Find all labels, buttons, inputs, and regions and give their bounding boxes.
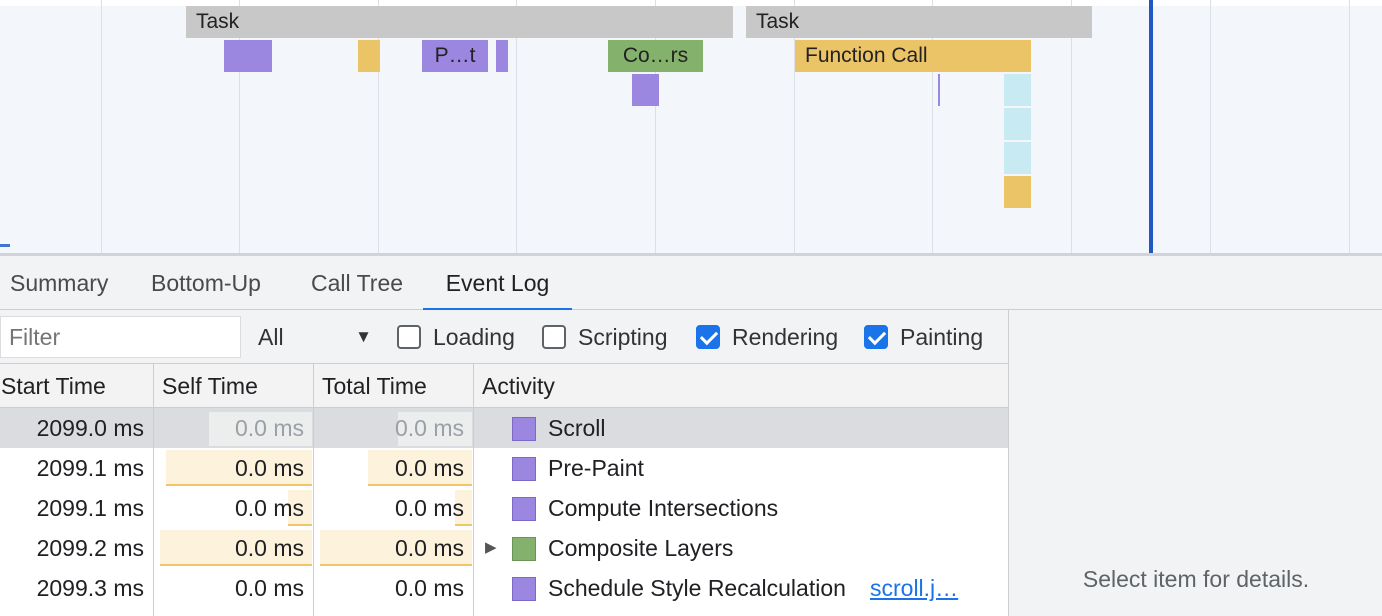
grid-line (1210, 0, 1211, 256)
flame-event-misc[interactable] (1004, 142, 1031, 174)
tab-summary[interactable]: Summary (0, 256, 118, 310)
start-time-cell: 2099.2 ms (36, 535, 144, 561)
table-row[interactable]: 2099.3 ms 0.0 ms 0.0 ms Schedule Style R… (0, 568, 1008, 608)
scroll-indicator (0, 244, 10, 247)
grid-line (101, 0, 102, 256)
flame-event-pre-paint[interactable]: P…t (422, 40, 488, 72)
category-swatch (512, 537, 536, 561)
column-divider[interactable] (153, 364, 154, 616)
dropdown-arrow-icon: ▼ (355, 327, 372, 346)
flame-event-misc[interactable] (1004, 74, 1031, 106)
table-header: Start Time Self Time Total Time Activity (0, 364, 1008, 408)
flame-event-script[interactable] (358, 40, 380, 72)
flame-event-paint[interactable] (496, 40, 508, 72)
category-swatch (512, 417, 536, 441)
checkbox-box[interactable] (696, 325, 720, 349)
total-time-cell: 0.0 ms (394, 455, 464, 481)
self-time-cell: 0.0 ms (234, 575, 304, 601)
grid-line (655, 0, 656, 256)
grid-line (932, 0, 933, 256)
flame-event-task[interactable]: Task (186, 6, 733, 38)
flame-event-paint[interactable] (224, 40, 272, 72)
total-time-cell: 0.0 ms (394, 575, 464, 601)
flame-chart[interactable]: Task Task P…t Co…rs Function Call (0, 0, 1382, 256)
time-cursor-line (1149, 0, 1153, 256)
filter-input[interactable]: Filter (0, 316, 241, 358)
activity-cell: Scroll (548, 415, 606, 441)
category-swatch (512, 577, 536, 601)
flame-event-script[interactable] (1004, 176, 1031, 208)
table-row[interactable]: 2099.2 ms 0.0 ms 0.0 ms ▶ Composite Laye… (0, 528, 1008, 568)
total-time-cell: 0.0 ms (394, 415, 464, 441)
start-time-cell: 2099.3 ms (36, 575, 144, 601)
table-row[interactable]: 2099.1 ms 0.0 ms 0.0 ms Compute Intersec… (0, 488, 1008, 528)
source-link[interactable]: scroll.j… (870, 568, 958, 608)
checkbox-box[interactable] (864, 325, 888, 349)
checkbox-box[interactable] (397, 325, 421, 349)
flame-event-task[interactable]: Task (746, 6, 1092, 38)
tab-bottom-up[interactable]: Bottom-Up (141, 256, 271, 310)
total-time-cell: 0.0 ms (394, 535, 464, 561)
column-header-activity[interactable]: Activity (482, 364, 555, 408)
activity-cell: Schedule Style Recalculation (548, 575, 846, 601)
start-time-cell: 2099.1 ms (36, 495, 144, 521)
checkbox-label: Loading (433, 324, 515, 350)
grid-line (516, 0, 517, 256)
details-panel: Select item for details. (1008, 310, 1382, 616)
details-placeholder: Select item for details. (1082, 566, 1310, 592)
flame-event-function-call[interactable]: Function Call (795, 40, 1031, 72)
duration-filter-select[interactable]: All ▼ (258, 318, 376, 356)
start-time-cell: 2099.0 ms (36, 415, 144, 441)
tab-call-tree[interactable]: Call Tree (301, 256, 413, 310)
flame-event-composite-layers[interactable]: Co…rs (608, 40, 703, 72)
select-value: All (258, 324, 284, 350)
checkbox-label: Rendering (732, 324, 839, 350)
column-header-total-time[interactable]: Total Time (322, 364, 427, 408)
expand-triangle-icon[interactable]: ▶ (485, 528, 497, 568)
checkbox-label: Scripting (578, 324, 668, 350)
event-log-panel: Filter All ▼ Loading Scripting Rendering… (0, 310, 1008, 616)
grid-line (794, 0, 795, 256)
flame-event-paint[interactable] (632, 74, 659, 106)
grid-line (1071, 0, 1072, 256)
activity-cell: Composite Layers (548, 535, 734, 561)
column-header-self-time[interactable]: Self Time (162, 364, 258, 408)
table-row[interactable]: 2099.1 ms 0.0 ms 0.0 ms Pre-Paint (0, 448, 1008, 488)
column-divider[interactable] (473, 364, 474, 616)
start-time-cell: 2099.1 ms (36, 455, 144, 481)
grid-line (1349, 0, 1350, 256)
event-log-toolbar: Filter All ▼ Loading Scripting Rendering… (0, 310, 1008, 364)
checkbox-box[interactable] (542, 325, 566, 349)
activity-cell: Pre-Paint (548, 455, 644, 481)
total-time-cell: 0.0 ms (394, 495, 464, 521)
self-time-cell: 0.0 ms (234, 415, 304, 441)
category-swatch (512, 497, 536, 521)
tab-event-log[interactable]: Event Log (423, 256, 572, 311)
self-time-cell: 0.0 ms (234, 455, 304, 481)
self-time-cell: 0.0 ms (234, 495, 304, 521)
column-header-start-time[interactable]: Start Time (1, 364, 106, 408)
activity-cell: Compute Intersections (548, 495, 779, 521)
table-row[interactable]: 2099.0 ms 0.0 ms 0.0 ms Scroll (0, 408, 1008, 448)
category-swatch (512, 457, 536, 481)
flame-event-paint[interactable] (938, 74, 940, 106)
flame-event-misc[interactable] (1004, 108, 1031, 140)
grid-line (239, 0, 240, 256)
checkbox-label: Painting (900, 324, 984, 350)
column-divider[interactable] (313, 364, 314, 616)
bottom-panel-tabs: Summary Bottom-Up Call Tree Event Log (0, 256, 1382, 311)
self-time-cell: 0.0 ms (234, 535, 304, 561)
grid-line (378, 0, 379, 256)
